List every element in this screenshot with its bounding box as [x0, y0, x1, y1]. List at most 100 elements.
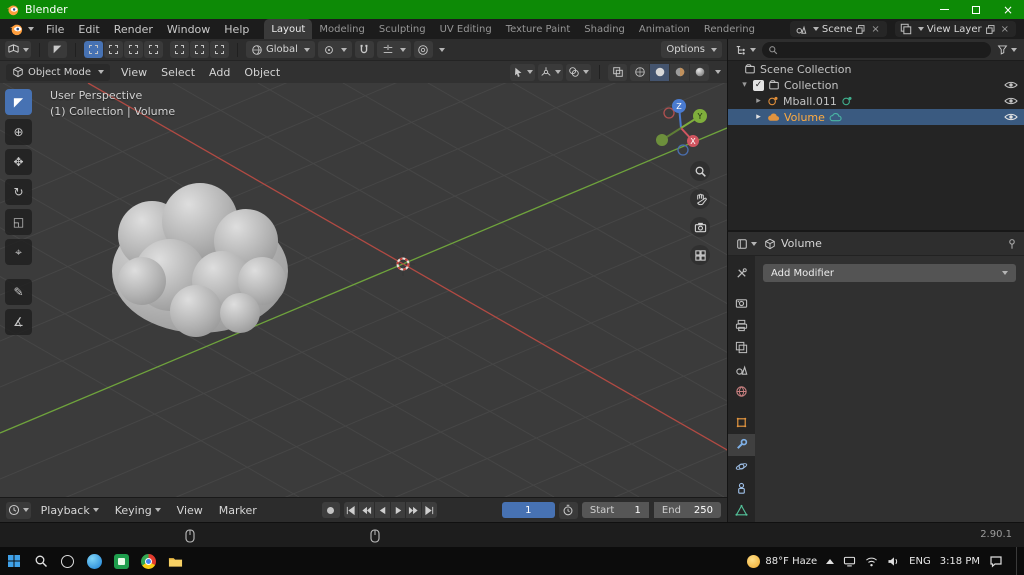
outliner-filter-button[interactable] — [995, 41, 1019, 58]
workspace-tab-animation[interactable]: Animation — [632, 19, 697, 39]
outliner-row-scene-collection[interactable]: Scene Collection — [728, 61, 1024, 77]
zoom-button[interactable] — [690, 161, 710, 181]
viewport-menu-select[interactable]: Select — [154, 66, 202, 79]
file-explorer-button[interactable] — [162, 547, 189, 575]
xray-toggle-button[interactable] — [608, 63, 627, 81]
menu-help[interactable]: Help — [217, 19, 256, 39]
timeline-menu-view[interactable]: View — [171, 504, 209, 517]
timeline-menu-keying[interactable]: Keying — [109, 504, 167, 517]
tab-output[interactable] — [728, 315, 755, 337]
close-button[interactable]: × — [992, 0, 1024, 19]
workspace-tab-uv-editing[interactable]: UV Editing — [433, 19, 499, 39]
tab-world[interactable] — [728, 381, 755, 403]
outliner-editor-type-button[interactable] — [733, 41, 758, 58]
workspace-tab-layout[interactable]: Layout — [264, 19, 313, 39]
workspace-tab-sculpting[interactable]: Sculpting — [372, 19, 433, 39]
select-mode-set-button[interactable] — [84, 41, 103, 58]
new-scene-icon[interactable] — [855, 24, 866, 35]
select-box-tool-button[interactable]: ◤ — [5, 89, 32, 115]
tab-modifiers[interactable] — [728, 433, 755, 456]
workspace-tab-texture-paint[interactable]: Texture Paint — [499, 19, 578, 39]
next-keyframe-button[interactable] — [406, 502, 422, 518]
edge-button[interactable] — [81, 547, 108, 575]
tab-view-layer[interactable] — [728, 337, 755, 359]
green-app-button[interactable] — [108, 547, 135, 575]
outliner-row-collection[interactable]: ▾ ✓ Collection — [728, 77, 1024, 93]
snap-settings-dropdown[interactable] — [376, 41, 411, 58]
maximize-button[interactable] — [960, 0, 992, 19]
disclosure-open-icon[interactable]: ▾ — [740, 80, 749, 90]
clock-time[interactable]: 3:18 PM — [940, 556, 980, 567]
timeline-editor-type-button[interactable] — [6, 501, 31, 519]
workspace-tab-rendering[interactable]: Rendering — [697, 19, 762, 39]
minimize-button[interactable] — [928, 0, 960, 19]
measure-tool-button[interactable]: ∡ — [5, 309, 32, 335]
pin-button[interactable] — [1006, 238, 1018, 250]
remove-view-layer-icon[interactable]: × — [999, 24, 1011, 35]
speaker-icon[interactable] — [887, 556, 900, 567]
play-reverse-button[interactable] — [374, 502, 390, 518]
shading-solid-button[interactable] — [650, 63, 669, 81]
tab-scene[interactable] — [728, 359, 755, 381]
use-preview-range-button[interactable] — [558, 501, 578, 519]
selectability-dropdown[interactable] — [510, 63, 535, 81]
scale-tool-button[interactable]: ◱ — [5, 209, 32, 235]
show-desktop-button[interactable] — [1016, 547, 1020, 575]
viewport-menu-add[interactable]: Add — [202, 66, 237, 79]
overlays-dropdown[interactable] — [566, 63, 591, 81]
move-tool-button[interactable]: ✥ — [5, 149, 32, 175]
tab-tool[interactable] — [728, 262, 755, 284]
viewport-menu-view[interactable]: View — [114, 66, 154, 79]
tab-object[interactable] — [728, 412, 755, 434]
active-tool-button[interactable]: ◤ — [48, 41, 67, 58]
hide-eye-icon[interactable] — [1004, 80, 1018, 90]
pivot-point-dropdown[interactable] — [317, 41, 352, 58]
timeline-menu-playback[interactable]: Playback — [35, 504, 105, 517]
options-dropdown[interactable]: Options — [661, 41, 722, 58]
timeline-menu-marker[interactable]: Marker — [213, 504, 263, 517]
jump-to-start-button[interactable] — [343, 502, 359, 518]
current-frame-field[interactable]: 1 — [501, 502, 555, 518]
outliner-row-volume[interactable]: ▸ Volume — [728, 109, 1024, 125]
rotate-tool-button[interactable]: ↻ — [5, 179, 32, 205]
menu-window[interactable]: Window — [160, 19, 217, 39]
snap-toggle-button[interactable] — [354, 41, 374, 58]
start-button[interactable] — [0, 547, 27, 575]
action-center-icon[interactable] — [989, 555, 1003, 568]
new-view-layer-icon[interactable] — [985, 24, 996, 35]
tab-physics[interactable] — [728, 456, 755, 478]
tab-constraints[interactable] — [728, 478, 755, 500]
play-button[interactable] — [390, 502, 406, 518]
network-icon[interactable] — [843, 556, 856, 567]
tray-expand-icon[interactable] — [826, 558, 835, 564]
weather-widget[interactable]: 88°F Haze — [747, 554, 817, 568]
select-option-button-2[interactable] — [210, 41, 229, 58]
select-mode-subtract-button[interactable] — [124, 41, 143, 58]
disclosure-closed-icon[interactable]: ▸ — [754, 112, 763, 122]
hide-eye-icon[interactable] — [1004, 96, 1018, 106]
metaball-object[interactable] — [100, 183, 300, 351]
auto-keying-button[interactable] — [321, 502, 340, 518]
properties-editor-type-button[interactable] — [734, 235, 759, 252]
perspective-toggle-button[interactable] — [690, 245, 710, 265]
language-indicator[interactable]: ENG — [909, 556, 931, 567]
cortana-button[interactable] — [54, 547, 81, 575]
shading-rendered-button[interactable] — [690, 63, 709, 81]
outliner-row-mball[interactable]: ▸ Mball.011 — [728, 93, 1024, 109]
scene-selector[interactable]: Scene × — [789, 21, 887, 37]
hide-eye-icon[interactable] — [1004, 112, 1018, 122]
annotate-tool-button[interactable]: ✎ — [5, 279, 32, 305]
workspace-tab-shading[interactable]: Shading — [577, 19, 632, 39]
proportional-editing-button[interactable] — [413, 41, 433, 58]
view-layer-selector[interactable]: View Layer × — [894, 21, 1016, 37]
jump-to-end-button[interactable] — [422, 502, 437, 518]
add-modifier-dropdown[interactable]: Add Modifier — [763, 264, 1016, 282]
menu-edit[interactable]: Edit — [71, 19, 106, 39]
editor-type-button[interactable] — [5, 41, 31, 58]
viewport-menu-object[interactable]: Object — [237, 66, 287, 79]
menu-render[interactable]: Render — [107, 19, 160, 39]
select-mode-intersect-button[interactable] — [170, 41, 189, 58]
tab-object-data[interactable] — [728, 500, 755, 522]
shading-material-button[interactable] — [670, 63, 689, 81]
blender-app-menu-button[interactable] — [4, 19, 39, 39]
